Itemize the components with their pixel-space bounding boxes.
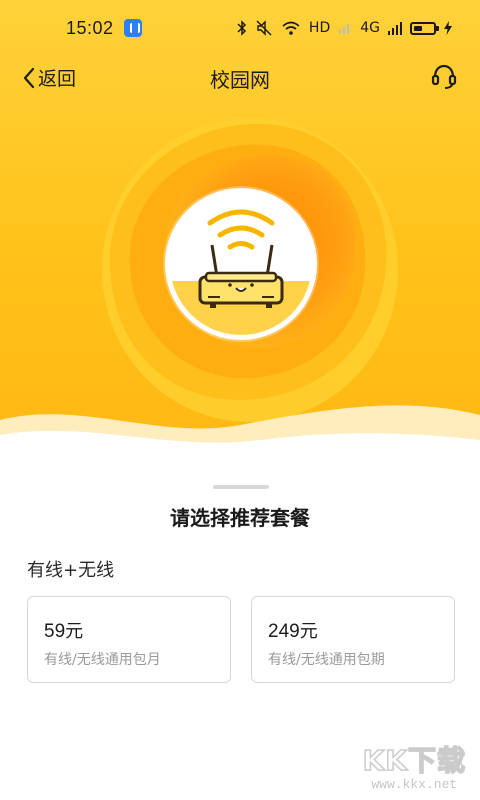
price-unit: 元 [299, 621, 318, 642]
battery-icon [410, 21, 439, 35]
nav-bar: 返回 校园网 [0, 56, 480, 100]
plan-description: 有线/无线通用包期 [268, 652, 385, 668]
status-icons: HD 4G [237, 20, 452, 36]
network-type-label: 4G [360, 20, 380, 36]
app-notification-icon [123, 19, 142, 37]
hero-banner: 15:02 HD 4G 返回 校园网 [0, 0, 480, 450]
mute-icon [256, 20, 272, 36]
page-title: 校园网 [210, 68, 270, 92]
charging-icon [444, 21, 452, 35]
bluetooth-icon [237, 20, 246, 36]
watermark: KK下载 www.kkx.net [362, 739, 466, 792]
router-wifi-icon [170, 209, 312, 335]
signal-icon [339, 24, 350, 34]
plan-price: 59元 [44, 617, 230, 643]
watermark-url: www.kkx.net [371, 777, 458, 792]
status-time: 15:02 [66, 17, 114, 38]
signal-strength-icon [388, 22, 402, 35]
section-title: 请选择推荐套餐 [170, 506, 310, 530]
headset-icon[interactable] [430, 62, 458, 90]
plan-card-term[interactable]: 249元 有线/无线通用包期 [251, 596, 455, 683]
price-unit: 元 [65, 621, 84, 642]
watermark-logo: KK下载 [362, 743, 466, 778]
price-value: 249 [268, 621, 300, 642]
wifi-icon [282, 21, 300, 35]
sheet-handle[interactable] [213, 485, 269, 489]
hd-label: HD [308, 20, 331, 36]
plan-group-label: 有线+无线 [27, 560, 115, 581]
plan-description: 有线/无线通用包月 [44, 652, 161, 668]
status-bar: 15:02 HD 4G [0, 0, 480, 56]
router-illustration [165, 188, 317, 340]
price-value: 59 [44, 621, 66, 642]
plan-price: 249元 [268, 617, 454, 643]
plan-card-monthly[interactable]: 59元 有线/无线通用包月 [27, 596, 231, 683]
